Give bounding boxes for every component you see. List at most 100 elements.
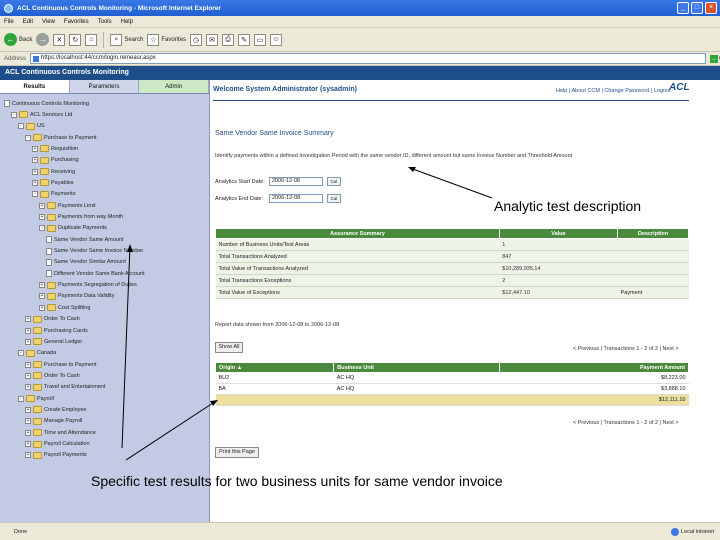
expand-icon[interactable]: + — [25, 418, 31, 425]
search-button[interactable]: ⌕ Search — [110, 33, 143, 46]
tree-item[interactable]: + Payments from way Month — [39, 213, 123, 221]
tree-item[interactable]: - Canada — [18, 349, 56, 357]
show-all-button[interactable]: Show All — [215, 342, 243, 353]
messenger-icon[interactable]: ☺ — [270, 33, 283, 46]
menu-favorites[interactable]: Favorites — [64, 19, 89, 25]
forward-button[interactable]: → — [36, 33, 50, 46]
collapse-icon[interactable]: - — [18, 123, 24, 130]
address-input[interactable]: https://localhost:44/ccm/login.remeasr.a… — [30, 53, 707, 64]
expand-icon[interactable]: + — [32, 179, 38, 186]
pager-top[interactable]: < Previous | Transactions 1 - 2 of 2 | N… — [573, 346, 679, 352]
expand-icon[interactable]: + — [39, 214, 45, 220]
tab-admin[interactable]: Admin — [139, 80, 210, 93]
tree-item[interactable]: + Payroll Calculation — [25, 440, 90, 448]
tree-item[interactable]: Different Vendor Same Bank Account — [46, 270, 145, 278]
print-page-button[interactable]: Print this Page — [215, 447, 259, 458]
pager-bottom[interactable]: < Previous | Transactions 1 - 2 of 2 | N… — [573, 420, 679, 426]
menu-help[interactable]: Help — [121, 19, 133, 25]
menu-view[interactable]: View — [42, 19, 55, 25]
expand-icon[interactable]: + — [25, 406, 31, 413]
calendar-icon[interactable]: Cal — [327, 194, 341, 203]
tree-item[interactable]: - ACL Services Ltd — [11, 111, 72, 119]
expand-icon[interactable]: + — [39, 304, 45, 311]
minimize-button[interactable]: _ — [677, 2, 689, 14]
expand-icon[interactable]: + — [25, 361, 31, 368]
tree-item[interactable]: + Receiving — [32, 168, 75, 176]
collapse-icon[interactable]: - — [39, 225, 45, 232]
expand-icon[interactable]: + — [39, 282, 45, 289]
collapse-icon[interactable]: - — [11, 111, 17, 118]
tree-item[interactable]: + Purchase to Payment — [25, 361, 97, 369]
tree-item[interactable]: + Payables — [32, 179, 74, 187]
collapse-icon[interactable]: - — [25, 134, 31, 141]
stop-icon[interactable]: ✕ — [53, 33, 66, 46]
edit-icon[interactable]: ✎ — [238, 33, 251, 46]
tree-item[interactable]: - Duplicate Payments — [39, 224, 107, 232]
tree-item[interactable]: + Purchasing — [32, 156, 79, 164]
tree-item[interactable]: + Payroll Payments — [25, 451, 87, 459]
tree-item[interactable]: + Payments Limit — [39, 202, 96, 210]
collapse-icon[interactable]: - — [18, 395, 24, 402]
maximize-button[interactable]: □ — [691, 2, 703, 14]
menu-edit[interactable]: Edit — [23, 19, 33, 25]
results-header-payment-amount[interactable]: Payment Amount — [498, 362, 690, 373]
menu-file[interactable]: File — [4, 19, 14, 25]
history-icon[interactable]: ◷ — [190, 33, 203, 46]
folder-icon[interactable]: ▭ — [254, 33, 267, 46]
favorites-button[interactable]: ☆ Favorites — [147, 33, 186, 46]
expand-icon[interactable]: + — [25, 452, 31, 459]
menu-tools[interactable]: Tools — [98, 19, 112, 25]
start-date-input[interactable]: 2006-12-08 — [268, 177, 323, 186]
results-header-business-unit[interactable]: Business Unit — [333, 362, 500, 373]
tree-item[interactable]: + Manage Payroll — [25, 417, 82, 425]
print-icon[interactable]: ⎙ — [222, 33, 235, 46]
mail-icon[interactable]: ✉ — [206, 33, 219, 46]
tree-item[interactable]: Same Vendor Same Amount — [46, 236, 123, 244]
table-row[interactable]: BA AC HQ $3,888.10 — [215, 383, 689, 395]
tree-item[interactable]: + Order To Cash — [25, 315, 80, 323]
tree-item[interactable]: Same Vendor Same Invoice Number — [46, 247, 143, 255]
tree-item[interactable]: + Payments Data Validity — [39, 292, 114, 300]
tree-item[interactable]: Continuous Controls Monitoring — [4, 100, 89, 107]
tree-item[interactable]: - Purchase to Payment — [25, 134, 97, 142]
results-header-origin[interactable]: Origin ▲ — [214, 362, 335, 373]
tree-item[interactable]: - Payroll — [18, 395, 54, 403]
back-button[interactable]: ← Back — [4, 33, 32, 46]
tree-item[interactable]: - US — [18, 122, 45, 130]
tree-item[interactable]: + Travel and Entertainment — [25, 383, 106, 391]
calendar-icon[interactable]: Cal — [326, 177, 341, 186]
expand-icon[interactable]: + — [25, 372, 31, 379]
close-button[interactable]: × — [705, 2, 717, 14]
expand-icon[interactable]: + — [32, 157, 38, 164]
tree-item[interactable]: + Purchasing Cards — [25, 327, 88, 334]
tree-item[interactable]: + Create Employee — [25, 406, 87, 414]
expand-icon[interactable]: + — [25, 327, 31, 334]
home-icon[interactable]: ⌂ — [85, 33, 98, 46]
expand-icon[interactable]: + — [25, 429, 31, 436]
collapse-icon[interactable]: - — [32, 191, 38, 198]
collapse-icon[interactable]: - — [18, 350, 24, 357]
go-button[interactable]: → Go — [710, 54, 720, 63]
tab-results[interactable]: Results — [0, 80, 70, 93]
tree-item[interactable]: + Requisition — [32, 145, 78, 153]
tree-item[interactable]: + Order To Cash — [25, 372, 80, 380]
refresh-icon[interactable]: ↻ — [69, 33, 82, 46]
expand-icon[interactable]: + — [25, 316, 31, 323]
tree-item[interactable]: + Time and Attendance — [25, 429, 96, 437]
tree-item[interactable]: + Payments Segregation of Duties — [39, 281, 137, 289]
tab-parameters[interactable]: Parameters — [69, 80, 140, 93]
expand-icon[interactable]: + — [25, 338, 31, 345]
expand-icon[interactable]: + — [25, 384, 31, 391]
tree-item[interactable]: Same Vendor Similar Amount — [46, 258, 126, 266]
tree-item[interactable]: + Cost Splitting — [39, 304, 90, 312]
table-row[interactable]: BU2 AC HQ $8,223.00 — [215, 372, 689, 384]
expand-icon[interactable]: + — [32, 168, 38, 175]
end-date-input[interactable]: 2006-12-08 — [269, 194, 323, 203]
expand-icon[interactable]: + — [39, 202, 45, 209]
expand-icon[interactable]: + — [25, 441, 31, 447]
tree-item[interactable]: - Payments — [32, 190, 75, 198]
top-links[interactable]: Help | About CCM | Change Password | Log… — [556, 88, 671, 94]
expand-icon[interactable]: + — [39, 293, 45, 300]
tree-item[interactable]: + General Ledger — [25, 338, 82, 346]
expand-icon[interactable]: + — [32, 145, 38, 152]
